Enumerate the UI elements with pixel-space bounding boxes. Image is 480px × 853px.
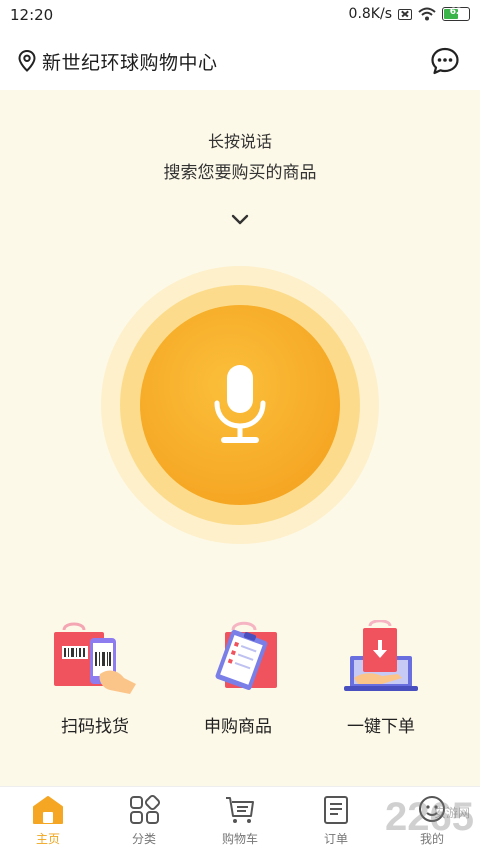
- category-icon: [130, 795, 160, 824]
- message-button[interactable]: [430, 46, 460, 76]
- purchase-request-bag-icon: [215, 621, 277, 690]
- header: 新世纪环球购物中心: [0, 32, 480, 90]
- scan-find-goods-button[interactable]: 扫码找货: [30, 620, 160, 750]
- action-label: 申购商品: [204, 717, 272, 737]
- voice-hint: 长按说话: [207, 132, 272, 151]
- one-click-order-button[interactable]: 一键下单: [316, 620, 446, 750]
- voice-record-button[interactable]: [140, 305, 340, 505]
- battery-icon: 62: [442, 7, 470, 21]
- scan-barcode-bag-icon: [54, 622, 136, 694]
- cart-icon: [226, 797, 254, 823]
- status-indicators: 0.8K/s 62: [349, 6, 470, 22]
- nav-label-orders: 订单: [323, 832, 348, 846]
- main-area: 长按说话 搜索您要购买的商品 扫码找货 申购商品 一键下单: [0, 90, 480, 786]
- order-icon: [324, 796, 348, 824]
- wifi-icon: [418, 7, 436, 21]
- location-pin-icon: [18, 50, 36, 72]
- purchase-request-button[interactable]: 申购商品: [173, 620, 303, 750]
- action-label: 扫码找货: [61, 717, 129, 737]
- nav-item-category[interactable]: 分类: [96, 787, 192, 853]
- battery-level: 62: [449, 7, 463, 17]
- no-sim-icon: [398, 8, 412, 20]
- one-click-order-bag-icon: [344, 620, 418, 691]
- nav-label-cart: 购物车: [221, 832, 258, 846]
- microphone-icon: [214, 365, 266, 443]
- nav-item-home[interactable]: 主页: [0, 787, 96, 853]
- home-icon: [33, 796, 63, 824]
- nav-label-home: 主页: [35, 832, 60, 846]
- status-bar: 12:20 0.8K/s 62: [0, 0, 480, 32]
- voice-hint-subtitle: 搜索您要购买的商品: [163, 163, 317, 183]
- watermark-site: 安游网: [433, 806, 470, 820]
- nav-item-orders[interactable]: 订单: [288, 787, 384, 853]
- status-time: 12:20: [10, 6, 54, 24]
- nav-label-category: 分类: [131, 832, 156, 846]
- network-speed: 0.8K/s: [348, 6, 392, 22]
- action-label: 一键下单: [347, 717, 415, 737]
- chevron-down-icon: [231, 214, 249, 225]
- nav-item-cart[interactable]: 购物车: [192, 787, 288, 853]
- quick-actions: 扫码找货 申购商品 一键下单: [0, 620, 480, 750]
- location-name[interactable]: 新世纪环球购物中心: [42, 48, 218, 75]
